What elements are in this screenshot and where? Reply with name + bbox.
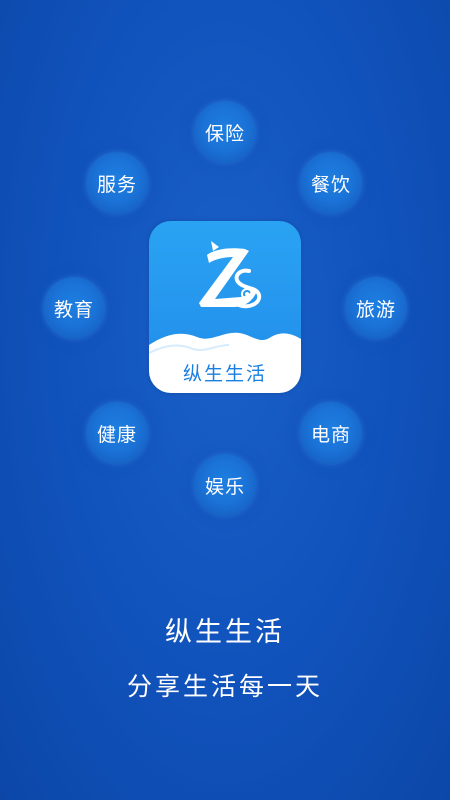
app-slogan: 分享生活每一天 (126, 672, 323, 701)
category-label-health: 健康 (96, 423, 137, 446)
category-label-entertainment: 娱乐 (204, 475, 245, 498)
category-bubble-entertainment[interactable]: 娱乐 (194, 454, 256, 516)
app-title: 纵生生活 (165, 617, 285, 648)
zs-logo-icon (199, 241, 262, 309)
category-bubble-dining[interactable]: 餐饮 (300, 152, 362, 214)
category-bubble-ecommerce[interactable]: 电商 (300, 402, 362, 464)
category-label-travel: 旅游 (355, 298, 396, 321)
category-bubble-education[interactable]: 教育 (43, 277, 105, 339)
category-label-dining: 餐饮 (310, 173, 351, 196)
category-label-ecommerce: 电商 (310, 423, 351, 446)
splash-screen: 保险 餐饮 旅游 电商 娱乐 健康 教育 服务 纵生生活 纵生生活 分享生活每一… (0, 0, 450, 800)
category-label-education: 教育 (53, 298, 94, 321)
category-bubble-service[interactable]: 服务 (86, 152, 148, 214)
app-logo: 纵生生活 (149, 221, 301, 393)
category-bubble-insurance[interactable]: 保险 (194, 101, 256, 163)
category-label-service: 服务 (96, 173, 137, 196)
category-label-insurance: 保险 (204, 122, 245, 145)
category-bubble-travel[interactable]: 旅游 (345, 277, 407, 339)
category-bubble-health[interactable]: 健康 (86, 402, 148, 464)
app-logo-name: 纵生生活 (182, 363, 267, 385)
